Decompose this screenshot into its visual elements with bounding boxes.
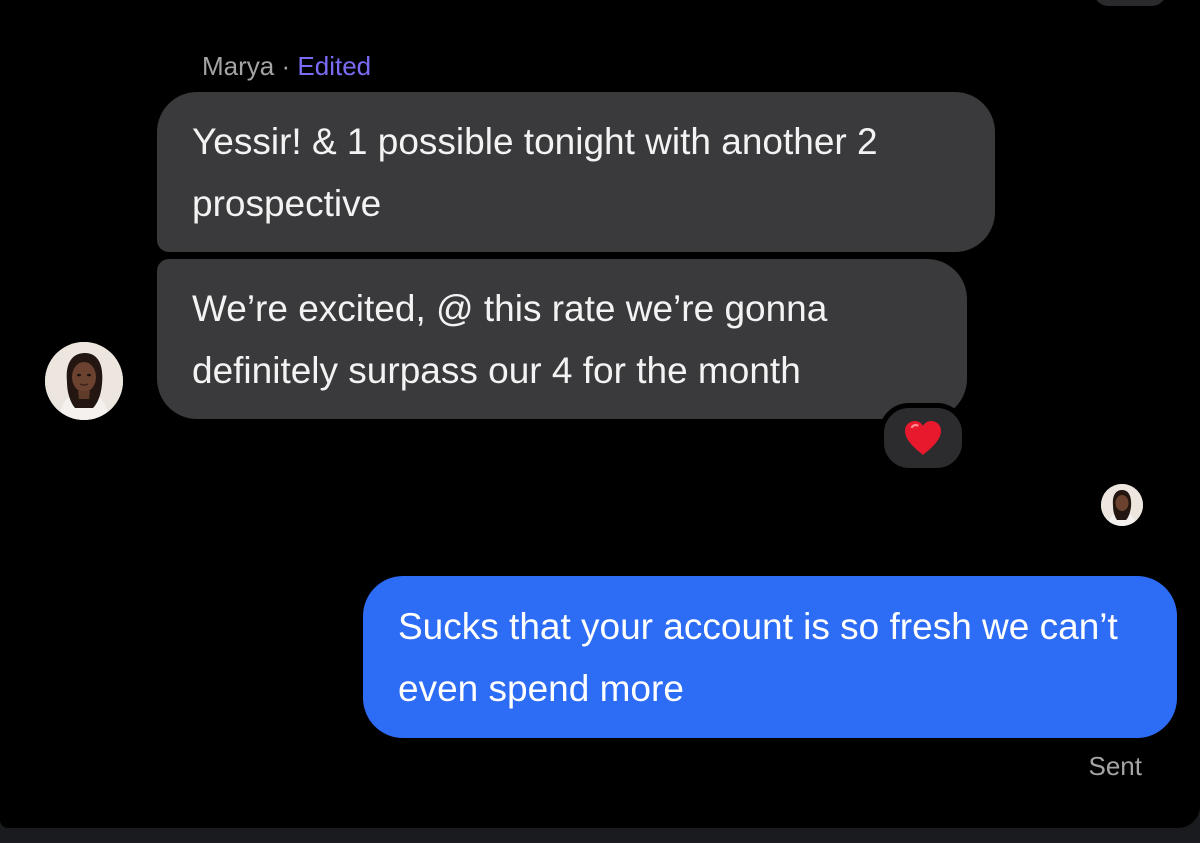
contact-avatar-image	[45, 342, 123, 420]
edited-label[interactable]: Edited	[297, 51, 371, 81]
sender-name: Marya	[202, 51, 275, 81]
message-text: We’re excited, @ this rate we’re gonna d…	[192, 288, 828, 391]
message-meta: Marya · Edited	[202, 50, 371, 82]
incoming-message-bubble[interactable]: We’re excited, @ this rate we’re gonna d…	[157, 259, 967, 419]
contact-avatar[interactable]	[45, 342, 123, 420]
chat-thread: Marya · Edited Yessir! & 1 possible toni…	[0, 0, 1200, 828]
seen-avatar-image	[1101, 484, 1143, 526]
delivery-status: Sent	[1088, 751, 1143, 781]
meta-separator: ·	[281, 51, 291, 81]
red-heart-icon	[905, 421, 941, 455]
message-text: Yessir! & 1 possible tonight with anothe…	[192, 121, 878, 224]
seen-avatar	[1101, 484, 1143, 526]
incoming-message-bubble[interactable]: Yessir! & 1 possible tonight with anothe…	[157, 92, 995, 252]
message-text: Sucks that your account is so fresh we c…	[398, 606, 1118, 709]
top-button-edge[interactable]	[1094, 0, 1166, 6]
outgoing-message-bubble[interactable]: Sucks that your account is so fresh we c…	[363, 576, 1177, 738]
message-reaction[interactable]	[879, 403, 967, 473]
